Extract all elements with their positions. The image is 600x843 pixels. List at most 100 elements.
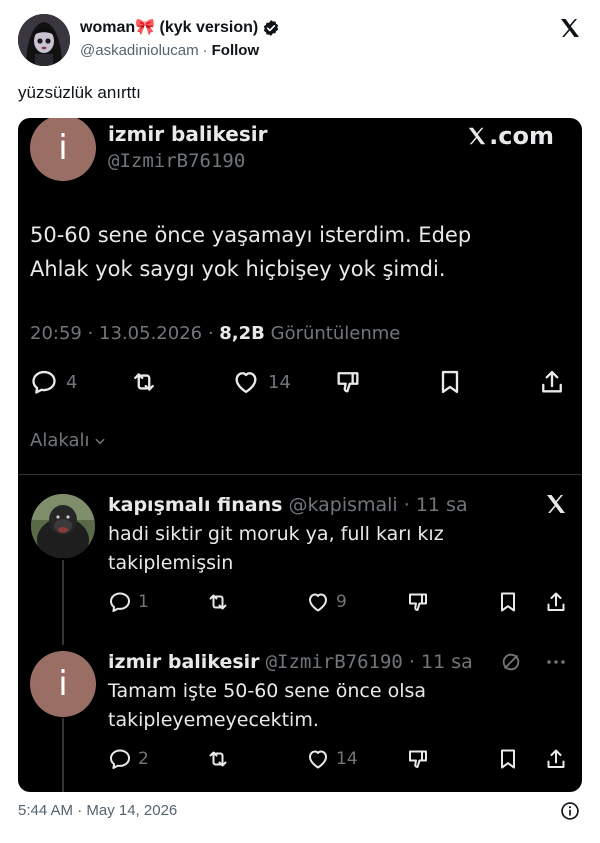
reply-author-name: kapışmalı finans: [108, 494, 283, 516]
author-handle-row: @askadiniolucam · Follow: [80, 41, 259, 61]
x-logo-icon[interactable]: [558, 16, 582, 40]
heart-icon: [309, 593, 327, 612]
dislike-icon: [409, 750, 427, 768]
main-tweet-avatar: i: [30, 118, 96, 181]
more-options-icon: [547, 660, 565, 664]
tweet-timestamp[interactable]: 5:44 AM · May 14, 2026: [18, 802, 177, 819]
reply-text: Tamam işte 50-60 sene önce olsa takipley…: [108, 677, 548, 735]
reply-actions: 2 14: [108, 745, 568, 775]
bookmark-button: [436, 368, 464, 396]
like-button: 14: [306, 747, 358, 771]
reply-header: izmir balikesir @IzmirB76190 · 11 sa: [108, 651, 473, 673]
retweet-icon: [209, 594, 227, 610]
main-tweet-actions: 4 14: [30, 366, 570, 402]
reply-time: · 11 sa: [403, 494, 468, 516]
main-tweet-author-name: izmir balikesir: [108, 122, 268, 146]
main-tweet-meta: 20:59 · 13.05.2026 · 8,2B Görüntülenme: [30, 323, 400, 344]
chevron-down-icon: [95, 438, 106, 444]
bookmark-button: [496, 747, 520, 771]
tweet-text: yüzsüzlük anırttı: [18, 83, 141, 102]
reply-header-icons: [500, 650, 568, 674]
like-count: 14: [336, 749, 358, 769]
reply-time: · 11 sa: [408, 651, 473, 673]
reply-count: 4: [66, 371, 78, 393]
brand-suffix: .com: [489, 122, 554, 150]
avatar-letter: i: [58, 128, 68, 168]
main-tweet-time: 20:59 · 13.05.2026 ·: [30, 323, 214, 344]
reply-button: 2: [108, 747, 149, 771]
divider: [18, 474, 582, 475]
reply-author-handle: @IzmirB76190: [265, 651, 403, 673]
embedded-screenshot[interactable]: i izmir balikesir @IzmirB76190 .com 50-6…: [18, 118, 582, 792]
reply-bubble-icon: [110, 592, 130, 612]
retweet-icon: [134, 373, 154, 391]
dislike-icon: [409, 593, 427, 611]
reply-text: hadi siktir git moruk ya, full karı kız …: [108, 520, 548, 578]
like-button: 14: [232, 368, 291, 396]
reply-count: 2: [138, 749, 149, 769]
main-tweet-author-handle: @IzmirB76190: [108, 150, 246, 172]
x-logo-icon: [544, 492, 568, 516]
thread-line: [62, 718, 64, 792]
bookmark-icon: [501, 749, 515, 769]
share-button: [538, 368, 566, 396]
like-count: 9: [336, 592, 347, 612]
reply-bubble-icon: [32, 370, 56, 394]
retweet-button: [130, 368, 158, 396]
reply-text-line: hadi siktir git moruk ya, full karı kız: [108, 523, 444, 545]
views-count: 8,2B: [219, 323, 265, 344]
reply-avatar: [31, 494, 95, 558]
reply-actions: 1 9: [108, 588, 568, 618]
reply-button: 4: [30, 368, 77, 396]
bookmark-button: [496, 590, 520, 614]
share-button: [544, 747, 568, 771]
reply-button: 1: [108, 590, 149, 614]
author-handle[interactable]: @askadiniolucam: [80, 41, 199, 61]
author-name[interactable]: woman🎀 (kyk version): [80, 18, 258, 38]
heart-icon: [309, 750, 327, 769]
reply-bubble-icon: [110, 749, 130, 769]
thread-line: [62, 560, 64, 645]
verified-badge-icon: [262, 19, 280, 37]
dislike-icon: [337, 372, 359, 393]
reply-text-line: takiplemişsin: [108, 552, 234, 574]
bookmark-icon: [441, 370, 459, 394]
heart-icon: [235, 372, 257, 394]
share-button: [544, 590, 568, 614]
dislike-button: [334, 368, 362, 396]
share-icon: [547, 592, 565, 611]
related-sort-label: Alakalı: [30, 430, 107, 451]
reply-text-line: takipleyemeyecektim.: [108, 709, 319, 731]
info-icon[interactable]: [560, 801, 580, 821]
main-tweet-text-line: 50-60 sene önce yaşamayı isterdim. Edep: [30, 223, 472, 247]
bookmark-icon: [501, 592, 515, 612]
follow-button[interactable]: Follow: [212, 41, 260, 61]
retweet-button: [206, 747, 230, 771]
share-icon: [542, 370, 562, 393]
tweet-header: woman🎀 (kyk version) @askadiniolucam · F…: [18, 14, 582, 66]
dislike-button: [406, 590, 430, 614]
reply-author-handle: @kapismali: [288, 494, 398, 516]
like-button: 9: [306, 590, 347, 614]
author-name-row: woman🎀 (kyk version): [80, 18, 280, 38]
author-avatar[interactable]: [18, 14, 70, 66]
reply-author-name: izmir balikesir: [108, 651, 260, 673]
separator-dot: ·: [202, 42, 208, 59]
retweet-icon: [209, 751, 227, 767]
like-count: 14: [268, 371, 291, 393]
reply-text-line: Tamam işte 50-60 sene önce olsa: [108, 680, 427, 702]
retweet-button: [206, 590, 230, 614]
x-logo-icon: [468, 127, 486, 145]
main-tweet-text: 50-60 sene önce yaşamayı isterdim. Edep …: [30, 218, 570, 286]
dislike-button: [406, 747, 430, 771]
main-tweet-text-line: Ahlak yok saygı yok hiçbişey yok şimdi.: [30, 257, 446, 281]
avatar-letter: i: [58, 664, 68, 704]
x-com-watermark: .com: [466, 122, 554, 150]
share-icon: [547, 749, 565, 768]
reply-avatar: i: [30, 651, 96, 717]
related-label: Alakalı: [30, 430, 90, 451]
reply-header: kapışmalı finans @kapismali · 11 sa: [108, 494, 468, 516]
mute-circle-icon: [502, 653, 520, 671]
reply-count: 1: [138, 592, 149, 612]
views-label: Görüntülenme: [270, 323, 401, 344]
